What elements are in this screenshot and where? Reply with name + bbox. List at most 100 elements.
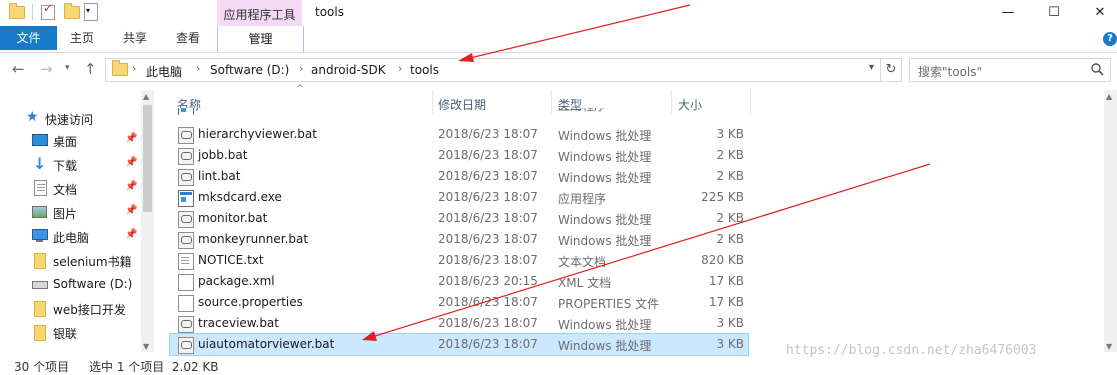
recent-locations-button[interactable]: ▾ — [65, 63, 70, 73]
nav-item-downloads[interactable]: ↓ 下载 📌 — [0, 152, 140, 176]
nav-item-selenium[interactable]: selenium书籍 — [0, 248, 140, 272]
minimize-button[interactable]: — — [985, 2, 1031, 24]
file-type: 文本文档 — [558, 255, 607, 269]
folder-icon[interactable] — [8, 3, 25, 20]
file-size: 17 KB — [708, 295, 744, 309]
breadcrumb-android-sdk[interactable]: android-SDK — [311, 63, 386, 77]
search-icon[interactable] — [1090, 62, 1104, 76]
file-name: mksdcard.exe — [198, 190, 282, 204]
table-row[interactable]: package.xml 2018/6/23 20:15 XML 文档 17 KB — [170, 271, 748, 292]
nav-item-unionpay[interactable]: 银联 — [0, 320, 140, 344]
table-row[interactable]: source.properties 2018/6/23 18:07 PROPERTI… — [170, 292, 748, 313]
nav-scrollbar-thumb[interactable] — [143, 105, 152, 212]
file-date: 2018/6/23 18:07 — [438, 190, 538, 204]
executable-file-icon — [178, 190, 194, 207]
nav-item-web-api[interactable]: web接口开发 — [0, 296, 140, 320]
maximize-button[interactable]: ☐ — [1031, 2, 1077, 24]
help-button[interactable]: ? — [1103, 32, 1117, 46]
file-date: 2018/6/23 18:07 — [438, 108, 538, 111]
nav-item-label: Software (D:) — [53, 277, 133, 291]
pin-icon[interactable]: 📌 — [125, 205, 137, 216]
breadcrumb-drive[interactable]: Software (D:) — [210, 63, 289, 77]
breadcrumb-tools[interactable]: tools — [410, 63, 439, 77]
file-name: NOTICE.txt — [198, 253, 264, 267]
tab-share[interactable]: 共享 — [115, 26, 155, 50]
breadcrumb-separator-icon[interactable]: › — [196, 62, 200, 75]
table-row[interactable]: monitor.bat 2018/6/23 18:07 Windows 批处理 2 K… — [170, 208, 748, 229]
file-type: 应用程序 — [558, 192, 607, 206]
up-button[interactable]: ↑ — [84, 60, 97, 78]
table-row[interactable]: mksdcard.exe 2018/6/23 18:07 应用程序 225 KB — [170, 187, 748, 208]
nav-item-software-drive[interactable]: Software (D:) — [0, 272, 140, 296]
column-divider[interactable] — [750, 90, 751, 114]
nav-item-label: selenium书籍 — [53, 255, 132, 269]
breadcrumb-separator-icon[interactable]: › — [299, 62, 303, 75]
batch-file-icon — [178, 232, 194, 249]
file-size: 2 KB — [716, 169, 744, 183]
table-row[interactable]: hierarchyviewer.bat 2018/6/23 18:07 Window… — [170, 124, 748, 145]
scroll-up-icon[interactable]: ▲ — [143, 92, 149, 101]
refresh-button[interactable]: ↻ — [880, 58, 902, 82]
file-list-scrollbar[interactable] — [1104, 90, 1117, 352]
file-size: 17 KB — [708, 274, 744, 288]
text-file-icon — [178, 253, 194, 270]
table-row[interactable]: NOTICE.txt 2018/6/23 18:07 文本文档 820 KB — [170, 250, 748, 271]
table-row[interactable]: traceview.bat 2018/6/23 18:07 Windows 批处理 3… — [170, 313, 748, 334]
nav-item-documents[interactable]: 文档 📌 — [0, 176, 140, 200]
scroll-down-icon[interactable]: ▼ — [143, 342, 149, 351]
tab-manage[interactable]: 管理 — [217, 26, 304, 52]
nav-item-label: 银联 — [53, 327, 78, 341]
file-type: Windows 批处理 — [558, 171, 652, 185]
file-name: monitor.bat — [198, 211, 268, 225]
executable-file-icon — [178, 108, 194, 115]
nav-item-label: 图片 — [53, 207, 78, 221]
file-icon — [178, 274, 194, 291]
tab-home[interactable]: 主页 — [62, 26, 102, 50]
file-name: lint.bat — [198, 169, 241, 183]
pin-icon[interactable]: 📌 — [125, 133, 137, 144]
nav-item-this-pc[interactable]: 此电脑 📌 — [0, 224, 140, 248]
context-tab-group: 应用程序工具 — [217, 0, 302, 26]
nav-item-label: 此电脑 — [53, 231, 90, 245]
properties-icon[interactable]: ✓ — [40, 1, 56, 20]
table-row[interactable]: jobb.bat 2018/6/23 18:07 Windows 批处理 2 KB — [170, 145, 748, 166]
quick-access-dropdown[interactable]: ▾ — [84, 3, 98, 21]
chevron-down-icon[interactable]: ▾ — [869, 62, 874, 73]
close-button[interactable]: ✕ — [1077, 2, 1117, 24]
breadcrumb-separator-icon[interactable]: › — [398, 62, 402, 75]
pin-icon[interactable]: 📌 — [125, 229, 137, 240]
pin-icon[interactable]: 📌 — [125, 181, 137, 192]
address-bar[interactable]: › 此电脑 › Software (D:) › android-SDK › to… — [105, 58, 881, 82]
breadcrumb-separator-icon[interactable]: › — [132, 62, 136, 75]
file-date: 2018/6/23 18:07 — [438, 169, 538, 183]
breadcrumb-this-pc[interactable]: 此电脑 — [146, 63, 182, 80]
table-row-selected[interactable]: uiautomatorviewer.bat 2018/6/23 18:07 Wind… — [169, 333, 749, 356]
nav-quick-access-label: 快速访问 — [45, 113, 94, 127]
file-type: Windows 批处理 — [558, 150, 652, 164]
table-row[interactable]: lint.bat 2018/6/23 18:07 Windows 批处理 2 KB — [170, 166, 748, 187]
back-button[interactable]: ← — [12, 60, 25, 78]
scroll-down-icon[interactable]: ▼ — [1106, 342, 1112, 351]
file-date: 2018/6/23 18:07 — [438, 253, 538, 267]
scroll-up-icon[interactable]: ▲ — [1106, 92, 1112, 101]
nav-quick-access[interactable]: ★ 快速访问 — [0, 106, 140, 130]
batch-file-icon — [178, 148, 194, 165]
table-row[interactable]: emulator-x86.exe 2018/6/23 18:07 应用程序 3,478… — [170, 108, 748, 115]
batch-file-icon — [178, 337, 194, 354]
document-icon — [34, 180, 47, 196]
new-folder-icon[interactable] — [63, 3, 80, 20]
file-size: 225 KB — [701, 190, 744, 204]
batch-file-icon — [178, 127, 194, 144]
forward-button[interactable]: → — [40, 60, 53, 78]
batch-file-icon — [178, 169, 194, 186]
search-input[interactable]: 搜索"tools" — [909, 58, 1111, 82]
pin-icon[interactable]: 📌 — [125, 157, 137, 168]
tab-file[interactable]: 文件 — [0, 26, 57, 50]
desktop-icon — [32, 132, 48, 148]
nav-item-desktop[interactable]: 桌面 📌 — [0, 128, 140, 152]
file-type: PROPERTIES 文件 — [558, 297, 660, 311]
tab-view[interactable]: 查看 — [168, 26, 208, 50]
table-row[interactable]: monkeyrunner.bat 2018/6/23 18:07 Windows 批… — [170, 229, 748, 250]
star-icon: ★ — [26, 109, 39, 125]
nav-item-pictures[interactable]: 图片 📌 — [0, 200, 140, 224]
